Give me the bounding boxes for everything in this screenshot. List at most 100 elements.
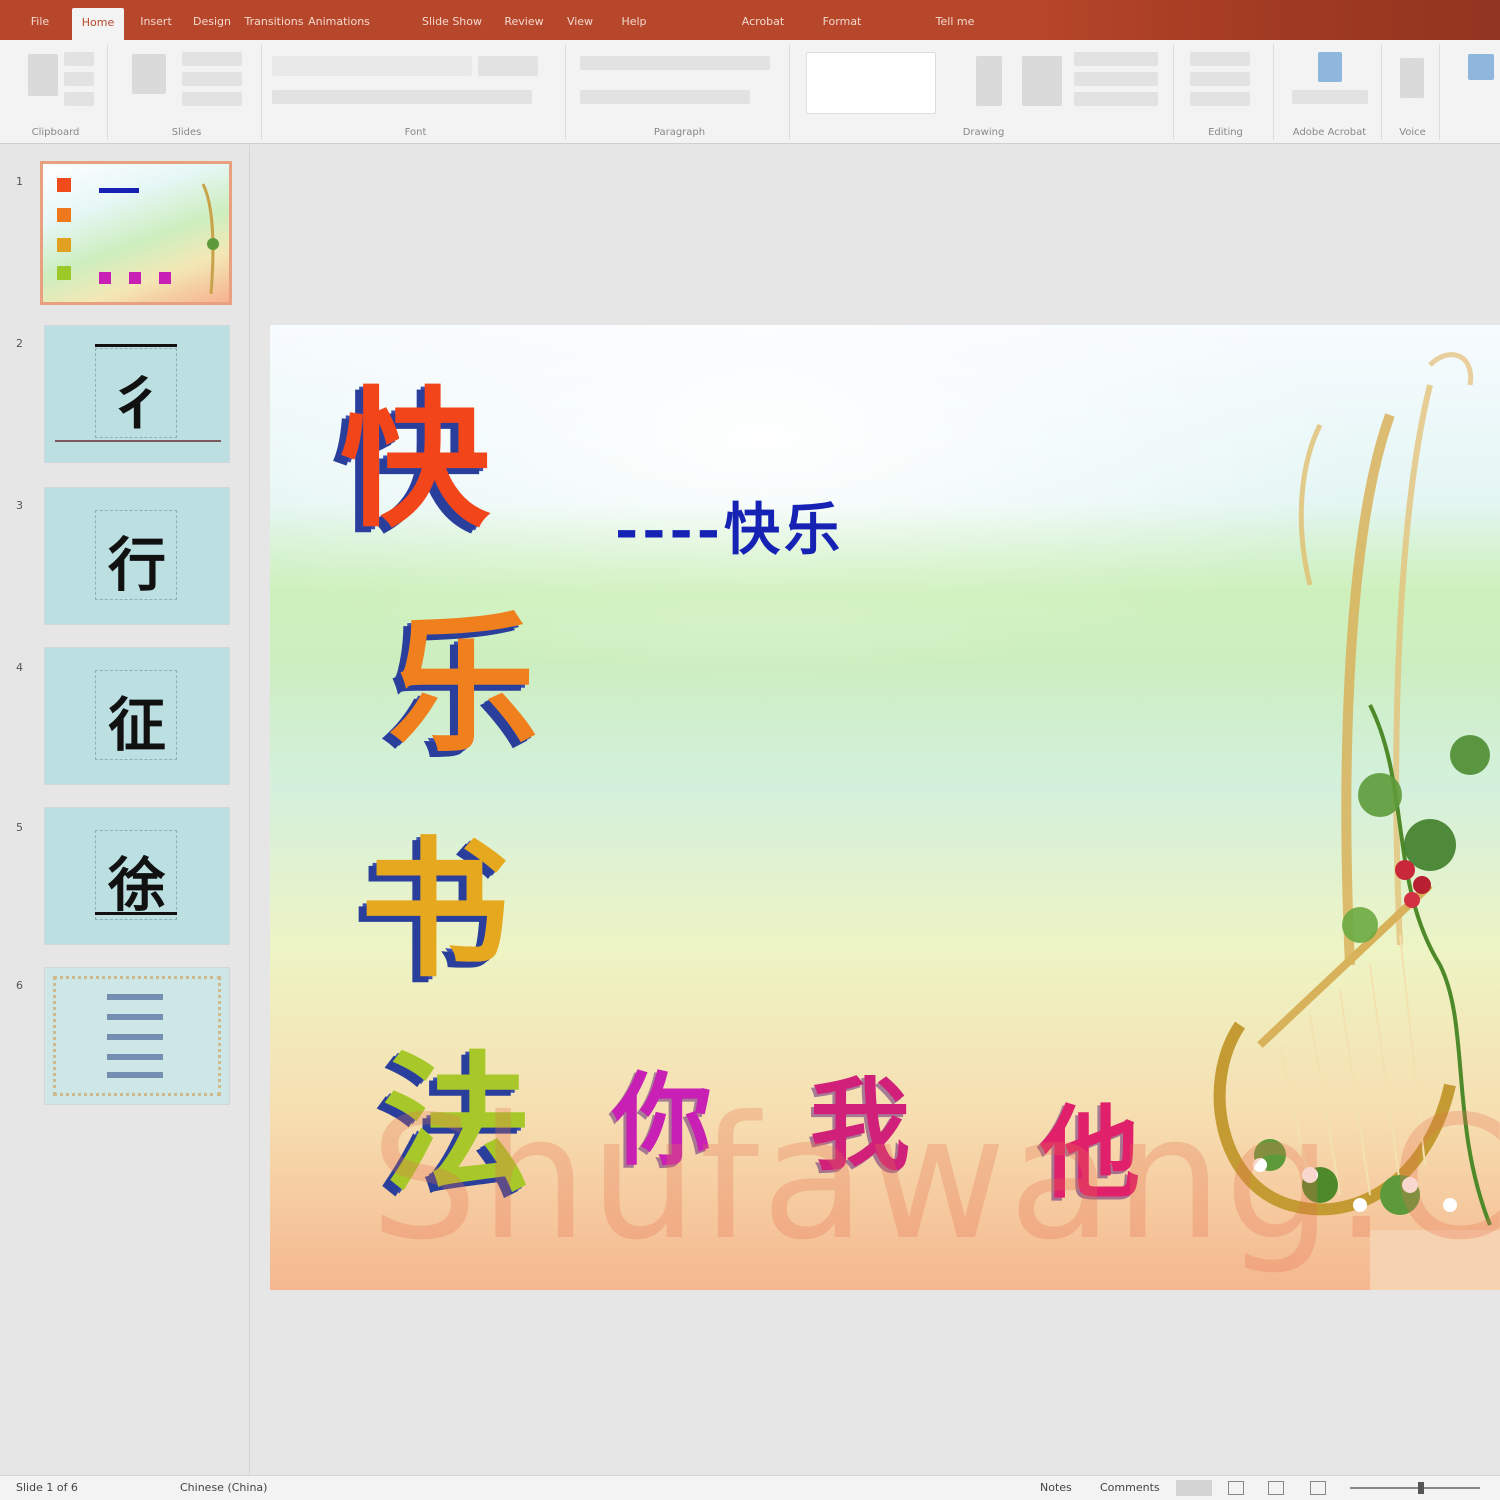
arrange-icon[interactable] (976, 56, 1002, 106)
status-bar: Slide 1 of 6 Chinese (China) Notes Comme… (0, 1475, 1500, 1500)
thumbnail-character: 徐 (107, 851, 166, 919)
slide-thumbnail-5[interactable]: 徐 (44, 807, 230, 945)
select-button[interactable] (1190, 92, 1250, 106)
reading-view-icon[interactable] (1268, 1481, 1284, 1495)
tell-me-box[interactable]: Tell me (900, 10, 1010, 38)
slide-number: 2 (16, 337, 23, 350)
group-label: Font (404, 127, 427, 138)
tab-help[interactable]: Help (614, 10, 654, 38)
slide-number: 6 (16, 979, 23, 992)
group-paragraph: Paragraph (570, 44, 790, 140)
quick-styles-icon[interactable] (1022, 56, 1062, 106)
list-line (107, 1054, 163, 1060)
group-label: Paragraph (653, 127, 706, 138)
thumbnail-character: 征 (107, 691, 166, 759)
slide-subtitle[interactable]: ----快乐 (615, 485, 844, 566)
tab-format[interactable]: Format (812, 10, 872, 38)
tab-transitions[interactable]: Transitions (244, 10, 304, 38)
slide-number: 1 (16, 175, 23, 188)
language-indicator[interactable]: Chinese (China) (180, 1481, 267, 1494)
create-pdf-icon[interactable] (1318, 52, 1342, 82)
shapes-gallery[interactable] (806, 52, 936, 114)
tab-animations[interactable]: Animations (308, 10, 370, 38)
list-line (107, 1034, 163, 1040)
list-buttons[interactable] (580, 56, 770, 70)
watermark-text: Shufawang.CN (370, 1080, 1500, 1278)
find-button[interactable] (1190, 52, 1250, 66)
list-line (107, 994, 163, 1000)
new-slide-icon[interactable] (132, 54, 166, 94)
shape-outline-button[interactable] (1074, 72, 1158, 86)
group-slides: Slides (112, 44, 262, 140)
tab-insert[interactable]: Insert (132, 10, 180, 38)
shape-fill-button[interactable] (1074, 52, 1158, 66)
font-format-buttons[interactable] (272, 90, 532, 104)
slide-sorter-icon[interactable] (1228, 1481, 1244, 1495)
font-size-dropdown[interactable] (478, 56, 538, 76)
group-editing: Editing (1178, 44, 1274, 140)
thumbnail-character: 行 (107, 531, 166, 599)
title-char-2[interactable]: 乐 (388, 610, 538, 760)
caption-line (55, 440, 221, 442)
slide-thumbnail-3[interactable]: 行 (44, 487, 230, 625)
slide-thumbnails-pane: 1 2 彳 3 行 4 征 5 徐 6 (0, 145, 250, 1475)
ribbon: Clipboard Slides Font Paragraph Drawing … (0, 40, 1500, 144)
group-adobe-acrobat: Adobe Acrobat (1278, 44, 1382, 140)
tab-bar-decoration (1020, 0, 1500, 40)
section-button[interactable] (182, 92, 242, 106)
group-clipboard: Clipboard (4, 44, 108, 140)
group-drawing: Drawing (794, 44, 1174, 140)
group-label: Editing (1208, 127, 1243, 138)
slide-thumbnail-6[interactable] (44, 967, 230, 1105)
cut-button[interactable] (64, 52, 94, 66)
title-char-3[interactable]: 书 (360, 835, 510, 985)
slide-thumbnail-4[interactable]: 征 (44, 647, 230, 785)
copy-button[interactable] (64, 72, 94, 86)
slide-number: 3 (16, 499, 23, 512)
slide-number: 5 (16, 821, 23, 834)
create-pdf-button[interactable] (1292, 90, 1368, 104)
title-tab-bar: File Home Insert Design Transitions Anim… (0, 0, 1500, 40)
slide-counter: Slide 1 of 6 (16, 1481, 78, 1494)
alignment-buttons[interactable] (580, 90, 750, 104)
slide-thumbnail-2[interactable]: 彳 (44, 325, 230, 463)
reset-button[interactable] (182, 72, 242, 86)
tab-view[interactable]: View (560, 10, 600, 38)
slide-thumbnail-1[interactable] (40, 161, 232, 305)
title-char-1[interactable]: 快 (340, 385, 490, 535)
group-designer (1444, 44, 1500, 140)
comments-button[interactable]: Comments (1100, 1481, 1160, 1494)
shape-effects-button[interactable] (1074, 92, 1158, 106)
zoom-slider-thumb[interactable] (1418, 1482, 1424, 1494)
tab-file[interactable]: File (20, 10, 60, 38)
group-voice: Voice (1386, 44, 1440, 140)
tab-slide-show[interactable]: Slide Show (414, 10, 490, 38)
slideshow-icon[interactable] (1310, 1481, 1326, 1495)
group-label: Voice (1399, 127, 1426, 138)
paste-icon[interactable] (28, 54, 58, 96)
group-label: Slides (171, 127, 202, 138)
layout-button[interactable] (182, 52, 242, 66)
dictate-icon[interactable] (1400, 58, 1424, 98)
list-line (107, 1072, 163, 1078)
tab-design[interactable]: Design (188, 10, 236, 38)
font-family-dropdown[interactable] (272, 56, 472, 76)
format-painter-button[interactable] (64, 92, 94, 106)
group-label: Clipboard (31, 127, 80, 138)
thumbnail-character: 彳 (107, 369, 166, 437)
tab-home[interactable]: Home (72, 8, 124, 40)
slide-canvas[interactable]: 快 乐 书 法 ----快乐 你 我 他 Shufawang.CN (270, 325, 1500, 1290)
rule-line (95, 344, 177, 347)
notes-button[interactable]: Notes (1040, 1481, 1072, 1494)
zoom-slider[interactable] (1350, 1487, 1480, 1489)
group-font: Font (266, 44, 566, 140)
normal-view-icon[interactable] (1176, 1480, 1212, 1496)
group-label: Adobe Acrobat (1292, 127, 1367, 138)
tab-review[interactable]: Review (500, 10, 548, 38)
slide-number: 4 (16, 661, 23, 674)
design-ideas-icon[interactable] (1468, 54, 1494, 80)
replace-button[interactable] (1190, 72, 1250, 86)
rule-line (95, 912, 177, 915)
tab-acrobat[interactable]: Acrobat (732, 10, 794, 38)
title-thumbnail-preview (57, 178, 219, 295)
